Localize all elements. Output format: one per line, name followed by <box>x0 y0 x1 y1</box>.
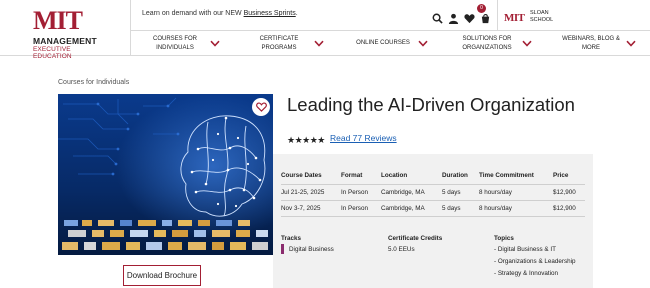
logo-line-executive-education: EXECUTIVE EDUCATION <box>33 46 72 60</box>
chevron-down-icon <box>522 40 532 47</box>
topic-item[interactable]: - Strategy & Innovation <box>494 270 558 277</box>
nav-courses-for-individuals[interactable]: COURSES FOR INDIVIDUALS <box>130 31 234 56</box>
table-row: Nov 3-7, 2025 In Person Cambridge, MA 5 … <box>281 200 585 217</box>
sloan-logo-line: SLOAN <box>530 10 549 16</box>
nav-label: WEBINARS, BLOG & MORE <box>562 35 620 51</box>
table-cell: $12,900 <box>553 184 585 201</box>
read-reviews-link[interactable]: Read 77 Reviews <box>330 133 397 143</box>
table-cell: In Person <box>341 184 381 201</box>
column-header: Course Dates <box>281 168 341 185</box>
download-brochure-button[interactable]: Download Brochure <box>123 265 201 286</box>
table-row: Jul 21-25, 2025 In Person Cambridge, MA … <box>281 184 585 201</box>
favorite-button[interactable] <box>252 98 270 116</box>
chevron-down-icon <box>314 40 324 47</box>
sloan-logo-mark: MIT <box>504 12 525 24</box>
column-header: Location <box>381 168 442 185</box>
nav-label: SOLUTIONS FOR ORGANIZATIONS <box>462 35 512 51</box>
heart-outline-icon <box>255 102 267 112</box>
promo-text: Learn on demand with our NEW <box>142 10 244 17</box>
table-header-row: Course Dates Format Location Duration Ti… <box>281 168 585 185</box>
column-header: Format <box>341 168 381 185</box>
table-cell: 5 days <box>442 200 479 217</box>
nav-label: COURSES FOR INDIVIDUALS <box>152 35 197 51</box>
ai-brain-circuit-illustration <box>58 94 273 255</box>
header-divider <box>497 0 498 30</box>
certificate-credits-value: 5.0 EEUs <box>388 246 415 253</box>
star-rating: ★★★★★ <box>287 135 325 145</box>
table-cell: 8 hours/day <box>479 184 553 201</box>
heart-icon[interactable] <box>464 11 475 23</box>
table-cell: Nov 3-7, 2025 <box>281 200 341 217</box>
logo-line-management: MANAGEMENT <box>33 36 97 46</box>
breadcrumb[interactable]: Courses for Individuals <box>58 79 129 86</box>
logo-mark: MIT <box>33 6 83 35</box>
table-cell: In Person <box>341 200 381 217</box>
certificate-credits-label: Certificate Credits <box>388 235 443 242</box>
sloan-logo-text: SLOAN SCHOOL <box>530 10 553 24</box>
tracks-label: Tracks <box>281 235 301 242</box>
topics-label: Topics <box>494 235 514 242</box>
table-cell: 8 hours/day <box>479 200 553 217</box>
track-color-bar <box>281 244 284 254</box>
sloan-logo-line: SCHOOL <box>530 17 554 23</box>
mit-management-logo[interactable]: MIT MANAGEMENT EXECUTIVE EDUCATION <box>30 6 110 61</box>
nav-online-courses[interactable]: ONLINE COURSES <box>338 31 442 56</box>
nav-label: ONLINE COURSES <box>356 40 410 46</box>
business-sprints-link[interactable]: Business Sprints <box>244 10 296 17</box>
search-icon[interactable] <box>432 11 443 24</box>
nav-label: CERTIFICATE PROGRAMS <box>259 35 299 51</box>
chevron-down-icon <box>210 40 220 47</box>
nav-solutions-for-organizations[interactable]: SOLUTIONS FOR ORGANIZATIONS <box>442 31 546 56</box>
main-nav: COURSES FOR INDIVIDUALS CERTIFICATE PROG… <box>130 30 650 56</box>
nav-certificate-programs[interactable]: CERTIFICATE PROGRAMS <box>234 31 338 56</box>
nav-webinars-blog-more[interactable]: WEBINARS, BLOG & MORE <box>546 31 650 56</box>
column-header: Duration <box>442 168 479 185</box>
topic-item[interactable]: - Digital Business & IT <box>494 246 556 253</box>
table-cell: 5 days <box>442 184 479 201</box>
table-cell: Jul 21-25, 2025 <box>281 184 341 201</box>
column-header: Price <box>553 168 585 185</box>
track-value[interactable]: Digital Business <box>289 246 334 253</box>
table-cell: Cambridge, MA <box>381 184 442 201</box>
promo-banner: Learn on demand with our NEW Business Sp… <box>142 10 298 17</box>
schedule-table: Course Dates Format Location Duration Ti… <box>281 168 585 217</box>
course-title: Leading the AI-Driven Organization <box>287 94 575 115</box>
chevron-down-icon <box>418 40 428 47</box>
promo-suffix: . <box>295 10 298 17</box>
table-cell: Cambridge, MA <box>381 200 442 217</box>
cart-count-badge: 0 <box>477 4 486 13</box>
site-header: MIT MANAGEMENT EXECUTIVE EDUCATION Learn… <box>0 0 650 61</box>
topic-item[interactable]: - Organizations & Leadership <box>494 258 576 265</box>
table-cell: $12,900 <box>553 200 585 217</box>
user-icon[interactable] <box>448 11 459 24</box>
column-header: Time Commitment <box>479 168 553 185</box>
course-hero-image <box>58 94 273 255</box>
chevron-down-icon <box>626 40 636 47</box>
